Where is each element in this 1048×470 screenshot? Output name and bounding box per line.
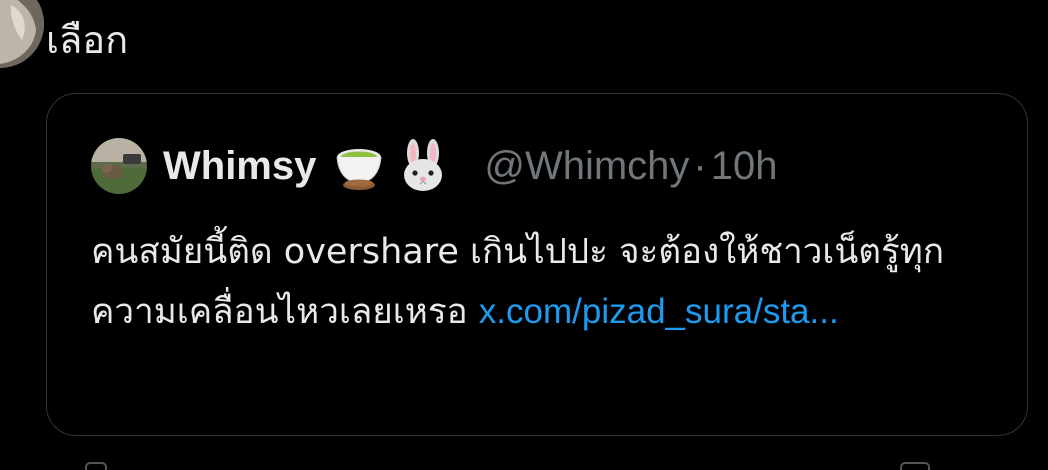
reply-icon[interactable] xyxy=(85,462,107,470)
quoted-author-avatar[interactable] xyxy=(91,138,147,194)
quoted-tweet-card[interactable]: Whimsy @Whimchy · 10h คนสมัยนี้ติด overs… xyxy=(46,93,1028,436)
quoted-author-handle[interactable]: @Whimchy xyxy=(484,144,689,189)
quoted-author-avatar-image xyxy=(91,138,147,194)
separator-dot: · xyxy=(693,143,707,188)
rabbit-icon xyxy=(396,139,450,193)
quoted-tweet-body: คนสมัยนี้ติด overshare เกินไปปะ จะต้องให… xyxy=(91,222,991,342)
quoted-tweet-time[interactable]: 10h xyxy=(711,144,778,189)
avatar-image xyxy=(0,0,44,68)
page: เลือก Whimsy @Whimchy · 10h คนสมัยนี้ติด… xyxy=(0,0,1048,470)
quoted-tweet-header: Whimsy @Whimchy · 10h xyxy=(91,138,778,194)
quoted-tweet-link[interactable]: x.com/pizad_sura/sta... xyxy=(479,292,839,331)
tea-cup-icon xyxy=(332,139,386,193)
share-icon[interactable] xyxy=(900,462,930,470)
quoted-author-name[interactable]: Whimsy xyxy=(163,144,316,189)
reply-text: เลือก xyxy=(46,18,129,62)
avatar[interactable] xyxy=(0,0,44,68)
